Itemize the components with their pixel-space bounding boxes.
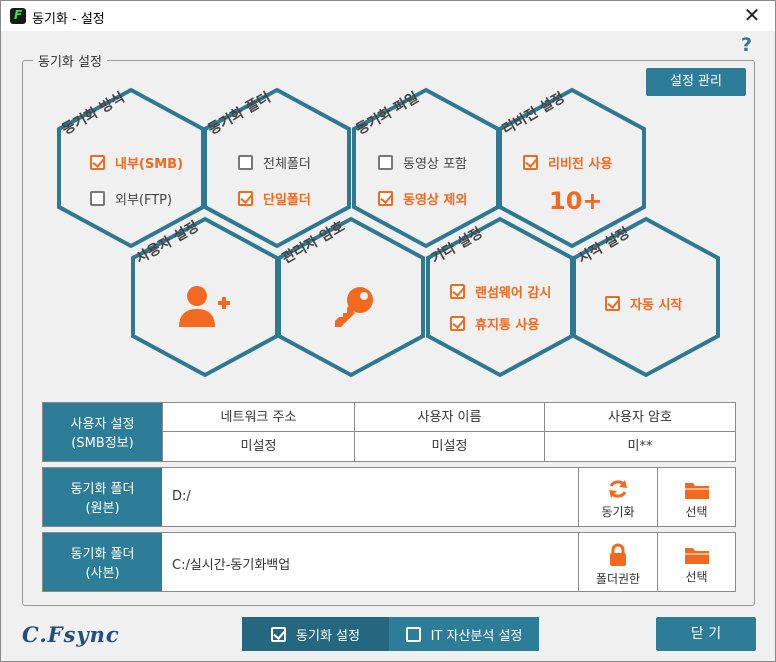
folder-icon bbox=[658, 545, 735, 568]
select-backup-button[interactable]: 선택 bbox=[657, 533, 735, 591]
backup-folder-path[interactable]: C:/실시간-동기화백업 bbox=[172, 554, 290, 573]
checkbox-all-folders[interactable] bbox=[238, 155, 253, 170]
checkbox-revision[interactable] bbox=[523, 155, 538, 170]
option-smb[interactable]: 내부(SMB) bbox=[90, 153, 183, 172]
tab-it-checkbox[interactable] bbox=[405, 626, 421, 642]
user-info-table: 사용자 설정 (SMB정보) 네트워크 주소 사용자 이름 사용자 암호 미설정… bbox=[42, 402, 736, 462]
source-folder-path[interactable]: D:/ bbox=[172, 489, 191, 504]
backup-folder-head: 동기화 폴더 (사본) bbox=[43, 533, 162, 591]
tab-sync-checkbox[interactable] bbox=[271, 626, 287, 642]
user-table-head: 사용자 설정 (SMB정보) bbox=[43, 403, 162, 461]
checkbox-exclude-video[interactable] bbox=[378, 191, 393, 206]
lock-icon bbox=[579, 543, 657, 570]
select-source-button[interactable]: 선택 bbox=[657, 468, 735, 526]
select-backup-label: 선택 bbox=[685, 570, 708, 584]
option-smb-label: 내부(SMB) bbox=[115, 157, 184, 172]
checkbox-ftp[interactable] bbox=[90, 191, 105, 206]
option-exclude-video[interactable]: 동영상 제외 bbox=[378, 189, 467, 208]
folder-icon bbox=[658, 480, 735, 503]
close-button[interactable]: 닫 기 bbox=[656, 617, 756, 651]
option-exclude-video-label: 동영상 제외 bbox=[403, 193, 468, 208]
checkbox-smb[interactable] bbox=[90, 155, 105, 170]
add-user-icon[interactable] bbox=[179, 285, 231, 333]
folder-permission-button[interactable]: 폴더권한 bbox=[578, 533, 657, 591]
source-folder-row: 동기화 폴더 (원본) D:/ 동기화 선택 bbox=[42, 467, 736, 527]
col-network-address: 네트워크 주소 bbox=[162, 403, 354, 432]
key-icon[interactable] bbox=[331, 286, 375, 334]
checkbox-include-video[interactable] bbox=[378, 155, 393, 170]
option-single-folder[interactable]: 단일폴더 bbox=[238, 189, 311, 208]
tab-sync-settings[interactable]: 동기화 설정 bbox=[242, 617, 389, 651]
option-include-video-label: 동영상 포함 bbox=[403, 157, 467, 172]
option-recycle-bin[interactable]: 휴지통 사용 bbox=[450, 314, 539, 333]
tab-sync-label: 동기화 설정 bbox=[296, 628, 360, 644]
checkbox-recycle-bin[interactable] bbox=[450, 316, 465, 331]
sync-now-label: 동기화 bbox=[601, 505, 635, 519]
checkbox-ransomware[interactable] bbox=[450, 284, 465, 299]
option-revision-label: 리비전 사용 bbox=[548, 157, 613, 172]
option-autostart[interactable]: 자동 시작 bbox=[605, 294, 682, 313]
option-revision[interactable]: 리비전 사용 bbox=[523, 153, 612, 172]
settings-window: 동기화 - 설정 ✕ ? 동기화 설정 설정 관리 동기화 방식 내부(SMB)… bbox=[0, 0, 776, 662]
select-source-label: 선택 bbox=[685, 505, 708, 519]
col-password: 사용자 암호 bbox=[544, 403, 735, 432]
source-folder-head: 동기화 폴더 (원본) bbox=[43, 468, 162, 526]
revision-count[interactable]: 10+ bbox=[549, 187, 603, 215]
col-username: 사용자 이름 bbox=[354, 403, 544, 432]
option-ftp-label: 외부(FTP) bbox=[115, 193, 173, 208]
option-ftp[interactable]: 외부(FTP) bbox=[90, 189, 172, 208]
backup-folder-row: 동기화 폴더 (사본) C:/실시간-동기화백업 폴더권한 선택 bbox=[42, 532, 736, 592]
option-ransomware-label: 랜섬웨어 감시 bbox=[475, 286, 552, 301]
tab-it-asset[interactable]: IT 자산분석 설정 bbox=[389, 617, 539, 651]
option-ransomware[interactable]: 랜섬웨어 감시 bbox=[450, 282, 551, 301]
value-password[interactable]: 미** bbox=[544, 432, 735, 461]
option-all-folders[interactable]: 전체폴더 bbox=[238, 153, 311, 172]
value-username[interactable]: 미설정 bbox=[354, 432, 544, 461]
option-recycle-bin-label: 휴지통 사용 bbox=[475, 318, 540, 333]
refresh-icon bbox=[579, 478, 657, 503]
option-include-video[interactable]: 동영상 포함 bbox=[378, 153, 467, 172]
value-network-address[interactable]: 미설정 bbox=[162, 432, 354, 461]
folder-permission-label: 폴더권한 bbox=[595, 572, 641, 586]
option-single-folder-label: 단일폴더 bbox=[263, 193, 311, 208]
option-all-folders-label: 전체폴더 bbox=[263, 157, 311, 172]
checkbox-autostart[interactable] bbox=[605, 296, 620, 311]
cfsync-logo: C.Fsync bbox=[22, 622, 120, 647]
option-autostart-label: 자동 시작 bbox=[630, 298, 683, 313]
tab-it-label: IT 자산분석 설정 bbox=[430, 628, 523, 644]
checkbox-single-folder[interactable] bbox=[238, 191, 253, 206]
sync-now-button[interactable]: 동기화 bbox=[578, 468, 657, 526]
